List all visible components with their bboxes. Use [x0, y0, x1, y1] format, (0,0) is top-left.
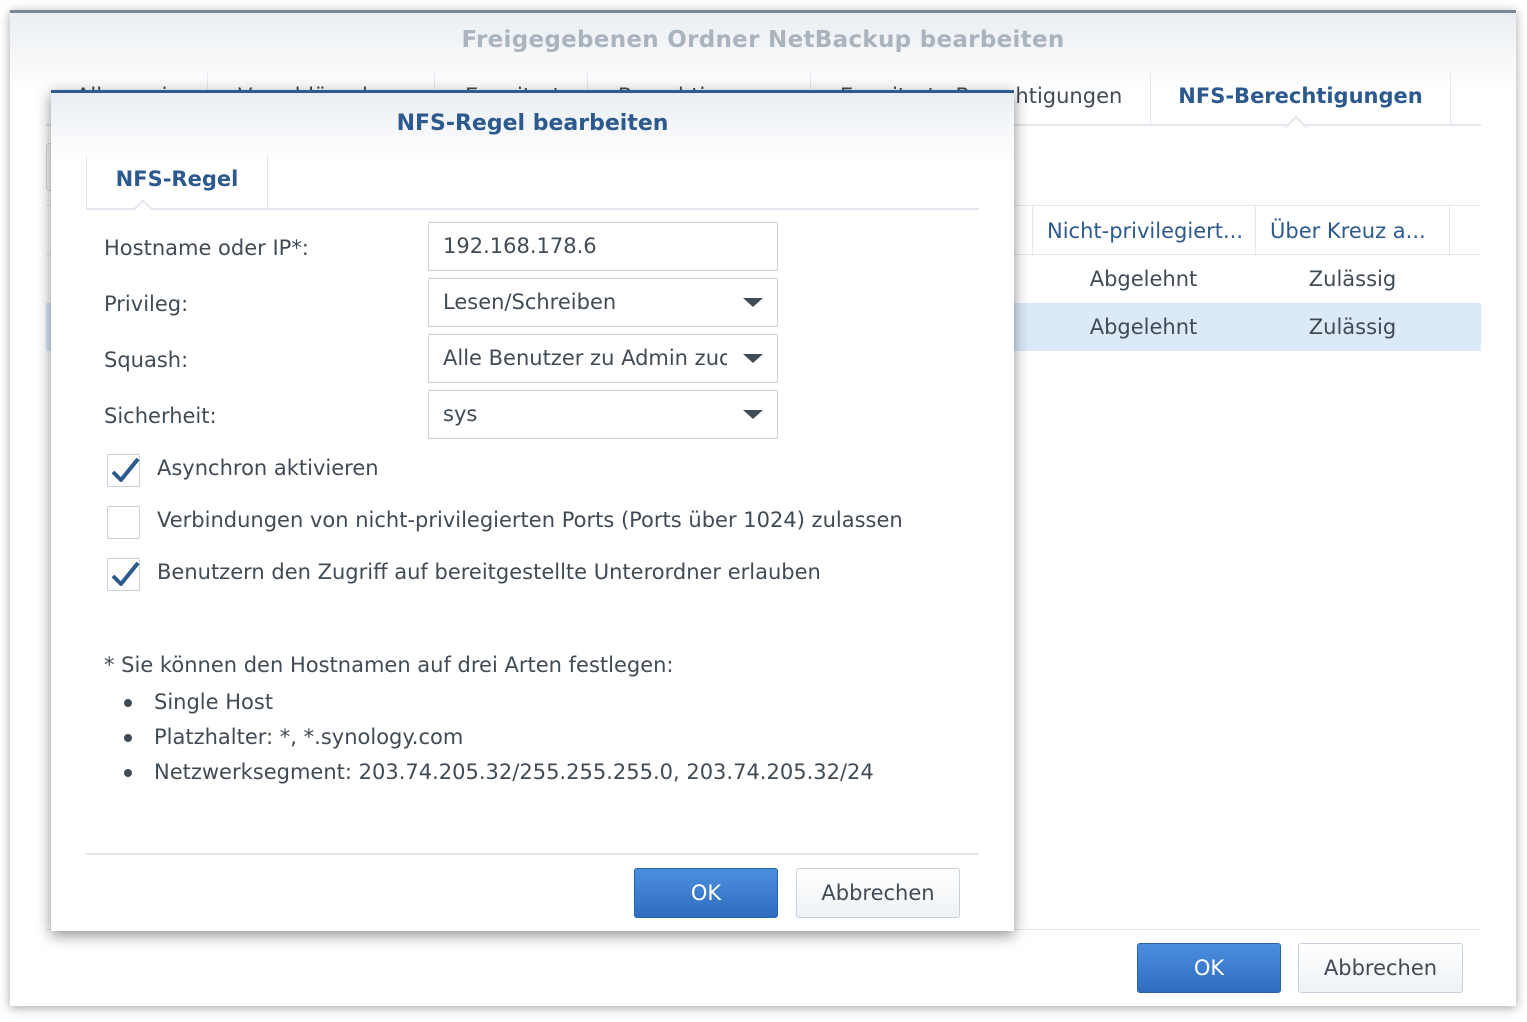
hostname-hint: * Sie können den Hostnamen auf drei Arte…	[104, 653, 874, 790]
dialog-footer-divider	[86, 853, 979, 855]
column-header-non-privileged[interactable]: Nicht-privilegiert...	[1032, 206, 1255, 256]
tab-nfs-berechtigungen[interactable]: NFS-Berechtigungen	[1151, 71, 1451, 126]
bullet-icon	[124, 734, 132, 742]
hint-item-text: Platzhalter: *, *.synology.com	[154, 725, 464, 749]
non-privileged-ports-checkbox[interactable]	[107, 506, 140, 539]
privilege-select[interactable]: Lesen/Schreiben	[428, 278, 778, 327]
chevron-down-icon	[743, 410, 763, 419]
bullet-icon	[124, 699, 132, 707]
privilege-select-value: Lesen/Schreiben	[443, 290, 617, 314]
checkmark-icon	[111, 457, 140, 482]
security-select[interactable]: sys	[428, 390, 778, 439]
chevron-down-icon	[743, 354, 763, 363]
hint-intro: * Sie können den Hostnamen auf drei Arte…	[104, 653, 674, 677]
list-item: Single Host	[104, 685, 874, 720]
security-select-value: sys	[443, 402, 478, 426]
bullet-icon	[124, 769, 132, 777]
dialog-title: NFS-Regel bearbeiten	[396, 111, 669, 136]
security-label: Sicherheit:	[104, 404, 217, 428]
async-checkbox[interactable]	[107, 454, 140, 487]
non-privileged-ports-checkbox-label: Verbindungen von nicht-privilegierten Po…	[157, 508, 903, 532]
dialog-tab-bar: NFS-Regel	[86, 155, 979, 210]
subfolder-access-checkbox[interactable]	[107, 558, 140, 591]
column-header-cross-mount[interactable]: Über Kreuz a...	[1255, 206, 1450, 256]
hint-item-text: Single Host	[154, 690, 274, 714]
outer-cancel-button[interactable]: Abbrechen	[1298, 943, 1463, 993]
subfolder-access-checkbox-label: Benutzern den Zugriff auf bereitgestellt…	[157, 560, 821, 584]
list-item: Platzhalter: *, *.synology.com	[104, 720, 874, 755]
ok-button[interactable]: OK	[634, 868, 778, 918]
tab-nfs-regel[interactable]: NFS-Regel	[86, 155, 268, 208]
squash-select[interactable]: Alle Benutzer zu Admin zuordnen	[428, 334, 778, 383]
dialog-header: NFS-Regel bearbeiten	[51, 93, 1014, 159]
list-item: Netzwerksegment: 203.74.205.32/255.255.2…	[104, 755, 874, 790]
cell-non-privileged: Abgelehnt	[1089, 267, 1198, 291]
hint-list: Single Host Platzhalter: *, *.synology.c…	[104, 685, 874, 790]
privilege-label: Privileg:	[104, 292, 189, 316]
hostname-input[interactable]: 192.168.178.6	[428, 222, 778, 271]
hostname-label: Hostname oder IP*:	[104, 236, 309, 260]
nfs-rule-dialog: NFS-Regel bearbeiten NFS-Regel Hostname …	[51, 90, 1014, 931]
squash-label: Squash:	[104, 348, 189, 372]
cell-cross-mount: Zulässig	[1308, 315, 1397, 339]
chevron-down-icon	[743, 298, 763, 307]
checkmark-icon	[111, 561, 140, 586]
async-checkbox-label: Asynchron aktivieren	[157, 456, 379, 480]
squash-select-value: Alle Benutzer zu Admin zuordnen	[443, 346, 727, 370]
cell-cross-mount: Zulässig	[1308, 267, 1397, 291]
outer-window-title: Freigegebenen Ordner NetBackup bearbeite…	[461, 27, 1065, 53]
cancel-button[interactable]: Abbrechen	[796, 868, 960, 918]
cell-non-privileged: Abgelehnt	[1089, 315, 1198, 339]
outer-ok-button[interactable]: OK	[1137, 943, 1281, 993]
hint-item-text: Netzwerksegment: 203.74.205.32/255.255.2…	[154, 760, 874, 784]
